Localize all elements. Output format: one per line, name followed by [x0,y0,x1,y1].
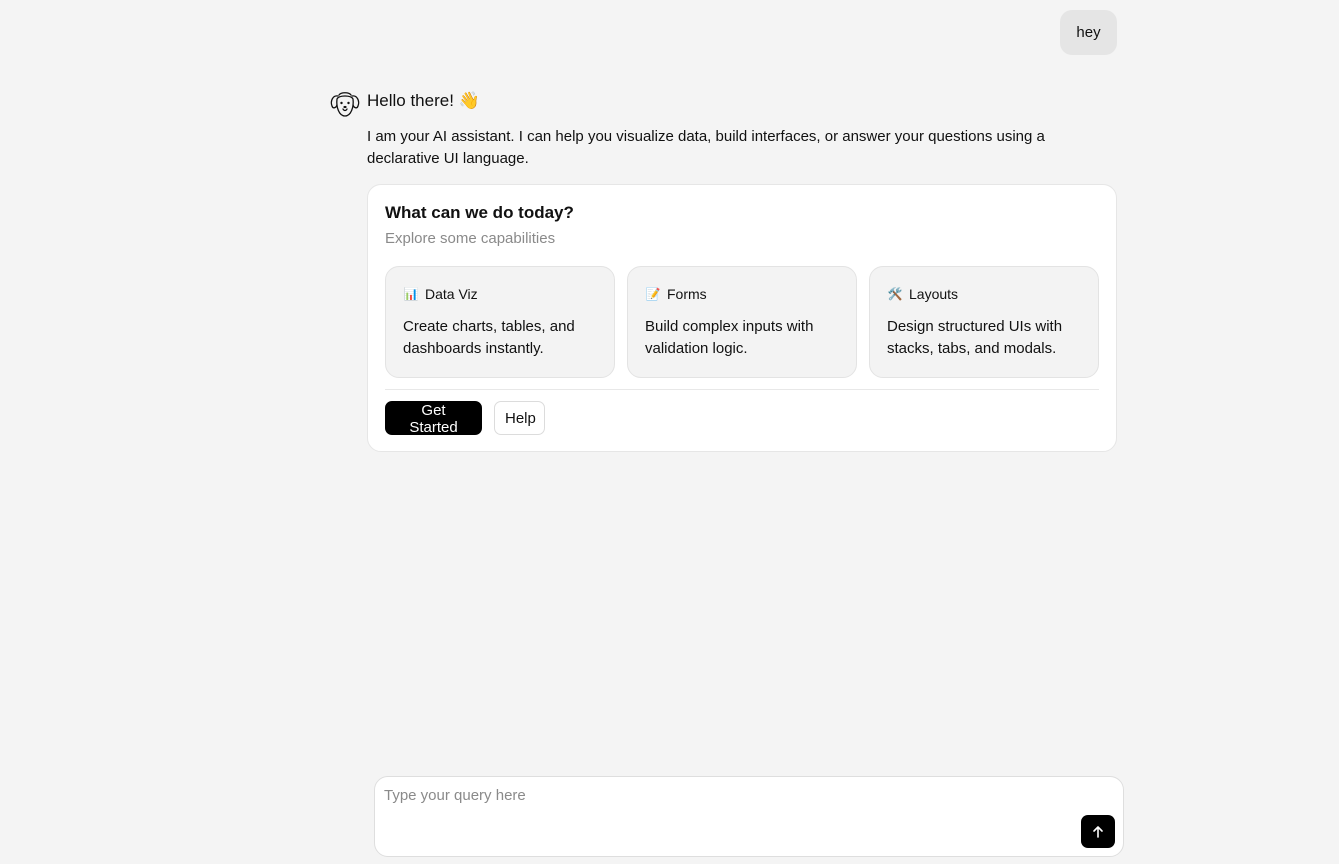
card-title: What can we do today? [385,203,574,222]
feature-list: 📊 Data Viz Create charts, tables, and da… [385,266,1099,378]
feature-description: Build complex inputs with validation log… [645,318,814,357]
feature-label: Data Viz [425,286,478,302]
chat-page: hey Hello there! 👋 I am your AI assistan… [0,0,1339,864]
assistant-greeting: Hello there! 👋 [367,91,480,110]
card-actions: Get Started Help [385,401,1099,436]
feature-header: 🛠️ Layouts [887,285,1081,303]
message-composer [374,776,1124,857]
user-message-bubble: hey [1060,10,1117,55]
get-started-button[interactable]: Get Started [385,401,482,436]
memo-icon: 📝 [645,287,661,301]
feature-header: 📝 Forms [645,285,839,303]
card-subtitle: Explore some capabilities [385,230,556,247]
feature-label: Forms [667,286,707,302]
assistant-message: Hello there! 👋 I am your AI assistant. I… [367,90,1117,452]
feature-card-data-viz[interactable]: 📊 Data Viz Create charts, tables, and da… [385,266,615,378]
feature-description: Design structured UIs with stacks, tabs,… [887,318,1063,357]
help-button[interactable]: Help [494,401,545,435]
assistant-avatar-dog-icon [330,92,360,117]
feature-description: Create charts, tables, and dashboards in… [403,318,575,357]
query-input[interactable] [384,787,1064,827]
feature-header: 📊 Data Viz [403,285,597,303]
arrow-up-icon [1093,825,1103,838]
user-message-text: hey [1076,24,1101,41]
feature-card-layouts[interactable]: 🛠️ Layouts Design structured UIs with st… [869,266,1099,378]
bar-chart-icon: 📊 [403,287,419,301]
card-divider [385,389,1099,390]
capabilities-card: What can we do today? Explore some capab… [367,184,1117,452]
assistant-intro-text: I am your AI assistant. I can help you v… [367,128,1045,167]
tools-icon: 🛠️ [887,287,903,301]
feature-label: Layouts [909,286,959,302]
feature-card-forms[interactable]: 📝 Forms Build complex inputs with valida… [627,266,857,378]
send-button[interactable] [1081,815,1115,848]
